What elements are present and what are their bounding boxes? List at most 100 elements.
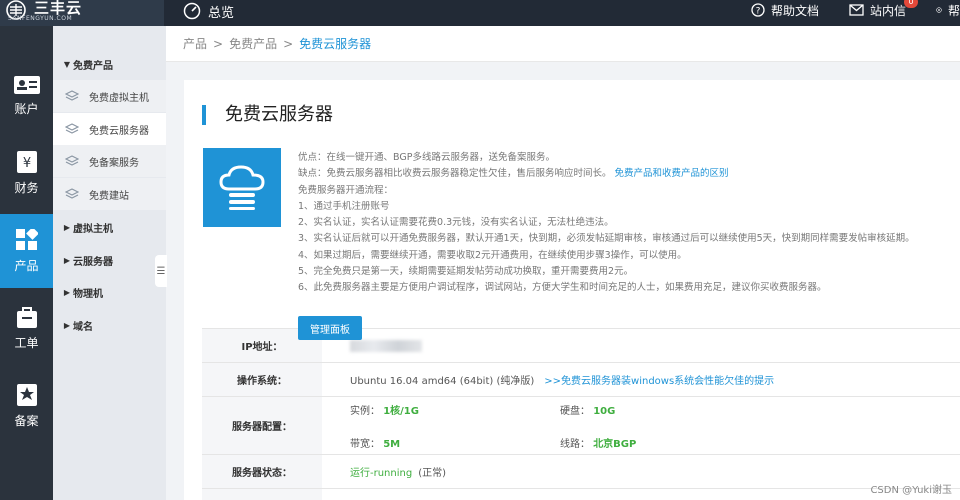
subnav-group-free[interactable]: ▼ 免费产品 bbox=[53, 48, 166, 80]
os-value: Ubuntu 16.04 amd64 (64bit) (纯净版) bbox=[350, 376, 535, 387]
table-row bbox=[202, 489, 960, 500]
sidebar-item-account[interactable]: 账户 bbox=[0, 59, 53, 133]
server-info-table: IP地址： 操作系统： Ubuntu 16.04 amd64 (64bit) (… bbox=[202, 328, 960, 500]
desc-line: 6、此免费服务器主要是方便用户调试程序，调试网站，方便大学生和时间充足的人士，如… bbox=[298, 282, 827, 294]
os-label: 操作系统： bbox=[202, 363, 322, 396]
unread-badge: 0 bbox=[904, 0, 918, 8]
status-note: (正常) bbox=[418, 468, 447, 479]
bandwidth-value: 5M bbox=[383, 438, 401, 450]
layers-icon bbox=[65, 123, 79, 134]
grid-icon bbox=[15, 228, 38, 250]
next-row-value bbox=[322, 489, 960, 500]
main-content: 免费云服务器 优点：在线一键开通、BGP多线路云服务器，送免备案服务。 缺点：免… bbox=[184, 80, 960, 500]
top-links: ? 帮助文档 站内信 0 帮 bbox=[751, 0, 960, 20]
table-row: 操作系统： Ubuntu 16.04 amd64 (64bit) (纯净版) >… bbox=[202, 363, 960, 397]
desc-line: 缺点：免费云服务器相比收费云服务器稳定性欠佳，售后服务响应时间长。 免费产品和收… bbox=[298, 166, 958, 182]
csdn-watermark: CSDN @Yuki谢玉 bbox=[870, 485, 952, 496]
top-bar: 三丰云 SANFENGYUN.COM 总览 ? 帮助文档 站内信 0 帮 bbox=[0, 0, 960, 26]
overview-link[interactable]: 总览 bbox=[183, 0, 234, 22]
desc-line: 1、通过手机注册账号 bbox=[298, 200, 390, 212]
subnav-group-vhost[interactable]: ▶ 虚拟主机 bbox=[53, 211, 166, 243]
line-label: 线路： bbox=[560, 438, 590, 450]
more-link[interactable]: 帮 bbox=[936, 2, 960, 19]
breadcrumb: 产品 > 免费产品 > 免费云服务器 bbox=[166, 26, 960, 62]
desc-line: 5、完全免费只是第一天，续期需要延期发帖劳动成功换取，重开需要费用2元。 bbox=[298, 266, 634, 278]
layers-icon bbox=[65, 188, 79, 199]
sidebar-label: 工单 bbox=[14, 335, 39, 350]
subnav-item-label: 免备案服务 bbox=[89, 157, 139, 169]
subnav-item-label: 免费建站 bbox=[89, 190, 129, 202]
subnav-group-cloud[interactable]: ▶ 云服务器 bbox=[53, 244, 166, 276]
help-docs-link[interactable]: ? 帮助文档 bbox=[751, 2, 819, 19]
sidebar-label: 财务 bbox=[14, 180, 39, 195]
desc-line: 免费服务器开通流程： bbox=[298, 184, 394, 196]
question-icon: ? bbox=[751, 3, 765, 17]
table-row: 服务器状态： 运行-running (正常) bbox=[202, 455, 960, 489]
config-grid: 实例： 1核/1G 硬盘： 10G 带宽： 5M 线路： 北京BGP bbox=[350, 402, 760, 450]
blurred-ip bbox=[350, 339, 422, 352]
sidebar-label: 账户 bbox=[14, 101, 39, 116]
next-row-label bbox=[202, 489, 322, 500]
disk-value: 10G bbox=[593, 405, 616, 417]
product-image bbox=[203, 148, 281, 227]
inbox-link[interactable]: 站内信 0 bbox=[849, 0, 918, 19]
disk-spec: 硬盘： 10G bbox=[560, 402, 760, 417]
mail-icon bbox=[849, 4, 864, 16]
subnav-group-domain[interactable]: ▶ 域名 bbox=[53, 309, 166, 341]
caret-right-icon: ▶ bbox=[63, 287, 71, 297]
gear-icon bbox=[936, 7, 942, 13]
free-vs-paid-link[interactable]: 免费产品和收费产品的区别 bbox=[615, 168, 729, 179]
layers-icon bbox=[65, 90, 79, 101]
subnav-item-free-vhost[interactable]: 免费虚拟主机 bbox=[53, 80, 166, 112]
breadcrumb-item[interactable]: 产品 bbox=[183, 35, 207, 52]
brand-logo[interactable]: 三丰云 SANFENGYUN.COM bbox=[0, 0, 164, 26]
cpu-value: 1核/1G bbox=[383, 405, 419, 417]
cloud-server-icon bbox=[219, 164, 265, 210]
subnav-item-free-site[interactable]: 免费建站 bbox=[53, 178, 166, 210]
brand-domain: SANFENGYUN.COM bbox=[8, 15, 73, 22]
layers-icon bbox=[65, 155, 79, 166]
sidebar-item-finance[interactable]: ¥ 财务 bbox=[0, 136, 53, 210]
subnav-group-label: 免费产品 bbox=[73, 60, 113, 72]
config-label: 服务器配置： bbox=[202, 397, 322, 454]
collapse-icon: ☰ bbox=[156, 265, 166, 277]
collapse-subnav-button[interactable]: ☰ bbox=[155, 255, 167, 287]
cpu-label: 实例： bbox=[350, 405, 380, 417]
caret-down-icon: ▼ bbox=[63, 59, 71, 69]
subnav-item-free-cloud[interactable]: 免费云服务器 bbox=[53, 113, 166, 145]
id-card-icon bbox=[13, 75, 40, 94]
record-icon bbox=[16, 383, 37, 406]
subnav-group-label: 云服务器 bbox=[73, 256, 113, 268]
status-value-cell: 运行-running (正常) bbox=[322, 455, 960, 488]
help-docs-label: 帮助文档 bbox=[770, 3, 819, 18]
manage-panel-button[interactable]: 管理面板 bbox=[298, 316, 362, 340]
subnav-group-physical[interactable]: ▶ 物理机 bbox=[53, 276, 166, 308]
svg-text:¥: ¥ bbox=[22, 156, 30, 171]
finance-icon: ¥ bbox=[16, 150, 37, 173]
config-value-cell: 实例： 1核/1G 硬盘： 10G 带宽： 5M 线路： 北京BGP bbox=[322, 397, 960, 454]
sidebar-label: 产品 bbox=[14, 258, 39, 273]
overview-label: 总览 bbox=[208, 5, 235, 21]
caret-right-icon: ▶ bbox=[63, 320, 71, 330]
product-subnav: ▼ 免费产品 免费虚拟主机 免费云服务器 免备案服务 免费建站 ▶ 虚拟主机 ▶… bbox=[53, 26, 166, 500]
sidebar-item-products[interactable]: 产品 bbox=[0, 214, 53, 288]
cpu-spec: 实例： 1核/1G bbox=[350, 402, 560, 417]
caret-right-icon: ▶ bbox=[63, 255, 71, 265]
subnav-item-free-filing[interactable]: 免备案服务 bbox=[53, 145, 166, 177]
breadcrumb-separator: > bbox=[213, 36, 224, 51]
desc-line: 优点：在线一键开通、BGP多线路云服务器，送免备案服务。 bbox=[298, 152, 555, 163]
sidebar-item-filing[interactable]: 备案 bbox=[0, 369, 53, 443]
desc-line: 3、实名认证后就可以开通免费服务器，默认开通1天，快到期，必须发帖延期审核，审核… bbox=[298, 233, 915, 245]
ticket-icon bbox=[16, 306, 37, 328]
sidebar-item-tickets[interactable]: 工单 bbox=[0, 291, 53, 365]
subnav-group-label: 虚拟主机 bbox=[73, 223, 113, 235]
status-label: 服务器状态： bbox=[202, 455, 322, 488]
page-title: 免费云服务器 bbox=[202, 105, 333, 125]
desc-line-text: 缺点：免费云服务器相比收费云服务器稳定性欠佳，售后服务响应时间长。 bbox=[298, 168, 612, 180]
line-value: 北京BGP bbox=[593, 438, 637, 450]
line-spec: 线路： 北京BGP bbox=[560, 435, 760, 450]
disk-label: 硬盘： bbox=[560, 405, 590, 417]
breadcrumb-item[interactable]: 免费产品 bbox=[229, 35, 277, 52]
windows-tip-link[interactable]: >>免费云服务器装windows系统会性能欠佳的提示 bbox=[544, 372, 774, 387]
product-description: 优点：在线一键开通、BGP多线路云服务器，送免备案服务。 缺点：免费云服务器相比… bbox=[298, 150, 958, 297]
